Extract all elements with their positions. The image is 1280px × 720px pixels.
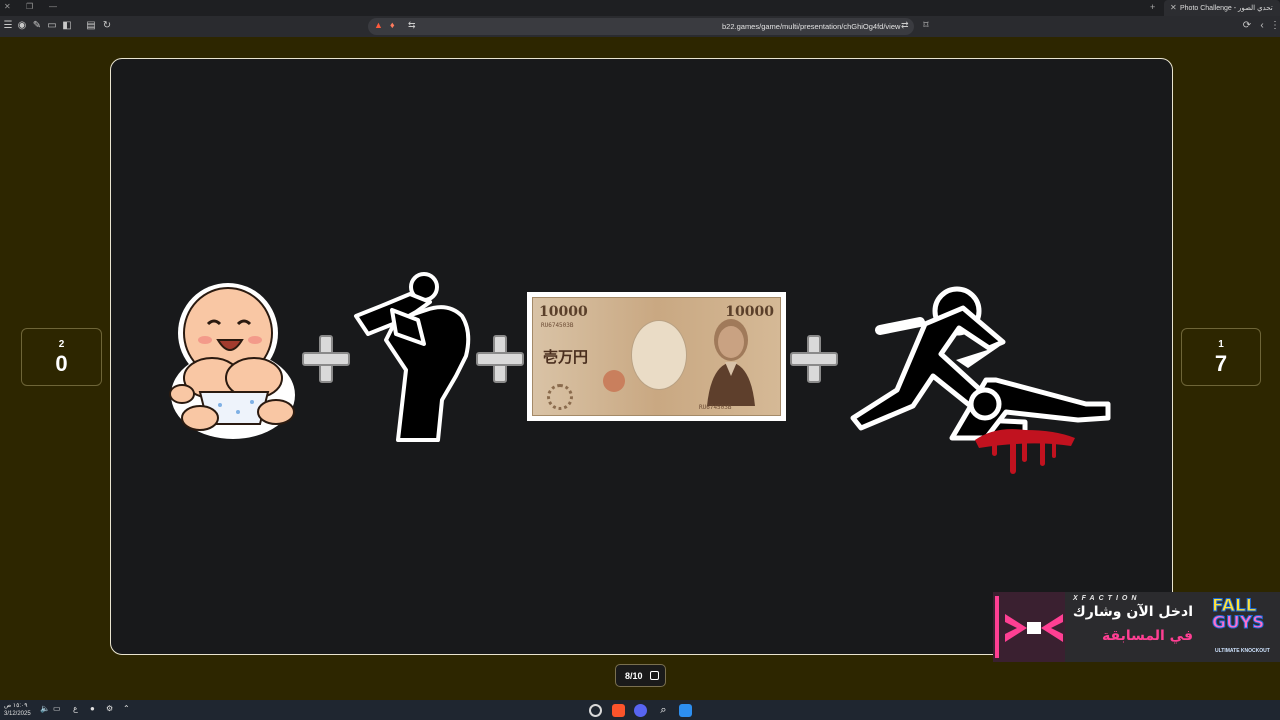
brave-shield-icon[interactable]: ▲ [374,20,383,30]
banknote-watermark-oval [631,320,687,390]
pagination-label: 8/10 [625,671,643,681]
banknote-rosette [547,384,573,410]
plus-icon [300,333,350,383]
ad-brand: XFACTION [1073,595,1141,602]
close-tab-icon[interactable]: ✕ [1170,3,1177,12]
score-card-right: 1 7 [1181,328,1261,386]
banknote-portrait [707,319,755,406]
score-rank: 2 [58,339,65,350]
banknote-serial-bottom: RU674503B [699,404,732,411]
restore-window-icon[interactable]: ❐ [26,2,33,11]
sidebar-icon[interactable]: ◧ [61,20,73,32]
location-icon[interactable]: ◉ [16,20,28,32]
windows-start-icon[interactable] [679,704,692,717]
score-card-left: 2 0 [21,328,102,386]
translate-icon[interactable]: ⇄ [901,20,909,31]
banknote-serial: RU674503B [541,322,574,329]
window-titlebar: ✕ ❐ — + ✕ Photo Challenge - تحدي الصور [0,0,1280,16]
network-icon[interactable]: ▭ [53,704,61,713]
yen-banknote-image: 10000 10000 RU674503B 壱万円 RU674503B [527,292,786,421]
discord-icon[interactable] [634,704,647,717]
pin-icon[interactable]: ✎ [31,20,43,32]
settings-icon[interactable]: ⚙ [106,704,113,713]
tabs-icon[interactable]: ▭ [46,20,58,32]
reader-icon[interactable]: ▤ [85,20,97,32]
fall-guys-logo: FALL GUYS [1211,596,1265,633]
plus-icon [474,333,524,383]
banknote-denomination-left: 10000 [539,304,588,320]
chevron-up-icon[interactable]: ⌃ [123,704,130,713]
image-icon [650,671,659,680]
bookmark-icon[interactable]: ⌑ [920,20,932,32]
close-window-icon[interactable]: ✕ [4,2,11,11]
ad-subheadline: في المسابقة [1102,628,1193,644]
tab-search-icon[interactable]: ⇆ [408,20,416,31]
back-icon[interactable]: ‹ [1256,20,1268,32]
plus-icon [788,333,838,383]
camera-app-icon[interactable] [589,704,602,717]
tab-title: Photo Challenge - تحدي الصور [1180,5,1273,12]
clock-date: 3/12/2025 [4,711,31,717]
ad-game-subtitle: ULTIMATE KNOCKOUT [1215,648,1270,654]
score-points: 0 [55,351,68,376]
ad-headline: ادخل الآن وشارك [1072,604,1193,620]
score-rank: 1 [1218,339,1224,350]
new-tab-icon[interactable]: + [1150,2,1155,12]
share-icon[interactable]: ↻ [101,20,113,32]
clock-time: ١٥:٠٩ ص [4,703,28,709]
reload-icon[interactable]: ⟳ [1241,20,1253,32]
language-indicator[interactable]: ع [73,704,78,713]
menu-icon[interactable]: ☰ [2,20,14,32]
brave-browser-icon[interactable] [612,704,625,717]
search-icon[interactable]: ⌕ [657,704,670,717]
volume-icon[interactable]: 🔈 [40,704,50,713]
url-text: b22.games/game/multi/presentation/chGhiO… [722,22,901,31]
browser-tab[interactable]: ✕ Photo Challenge - تحدي الصور [1164,0,1280,16]
rewards-icon[interactable]: ♦ [390,20,395,30]
slide-pagination[interactable]: 8/10 [615,664,666,687]
xfaction-logo [993,592,1065,662]
banknote-seal [603,370,625,392]
fall-guys-ad-banner[interactable]: XFACTION ادخل الآن وشارك في المسابقة FAL… [993,592,1280,662]
banknote-kanji: 壱万円 [543,348,589,366]
mic-icon[interactable]: ● [90,704,95,713]
more-icon[interactable]: ⋮ [1269,20,1280,32]
score-points: 7 [1214,351,1228,376]
minimize-window-icon[interactable]: — [49,2,57,11]
system-clock[interactable]: ١٥:٠٩ ص 3/12/2025 [4,702,31,718]
